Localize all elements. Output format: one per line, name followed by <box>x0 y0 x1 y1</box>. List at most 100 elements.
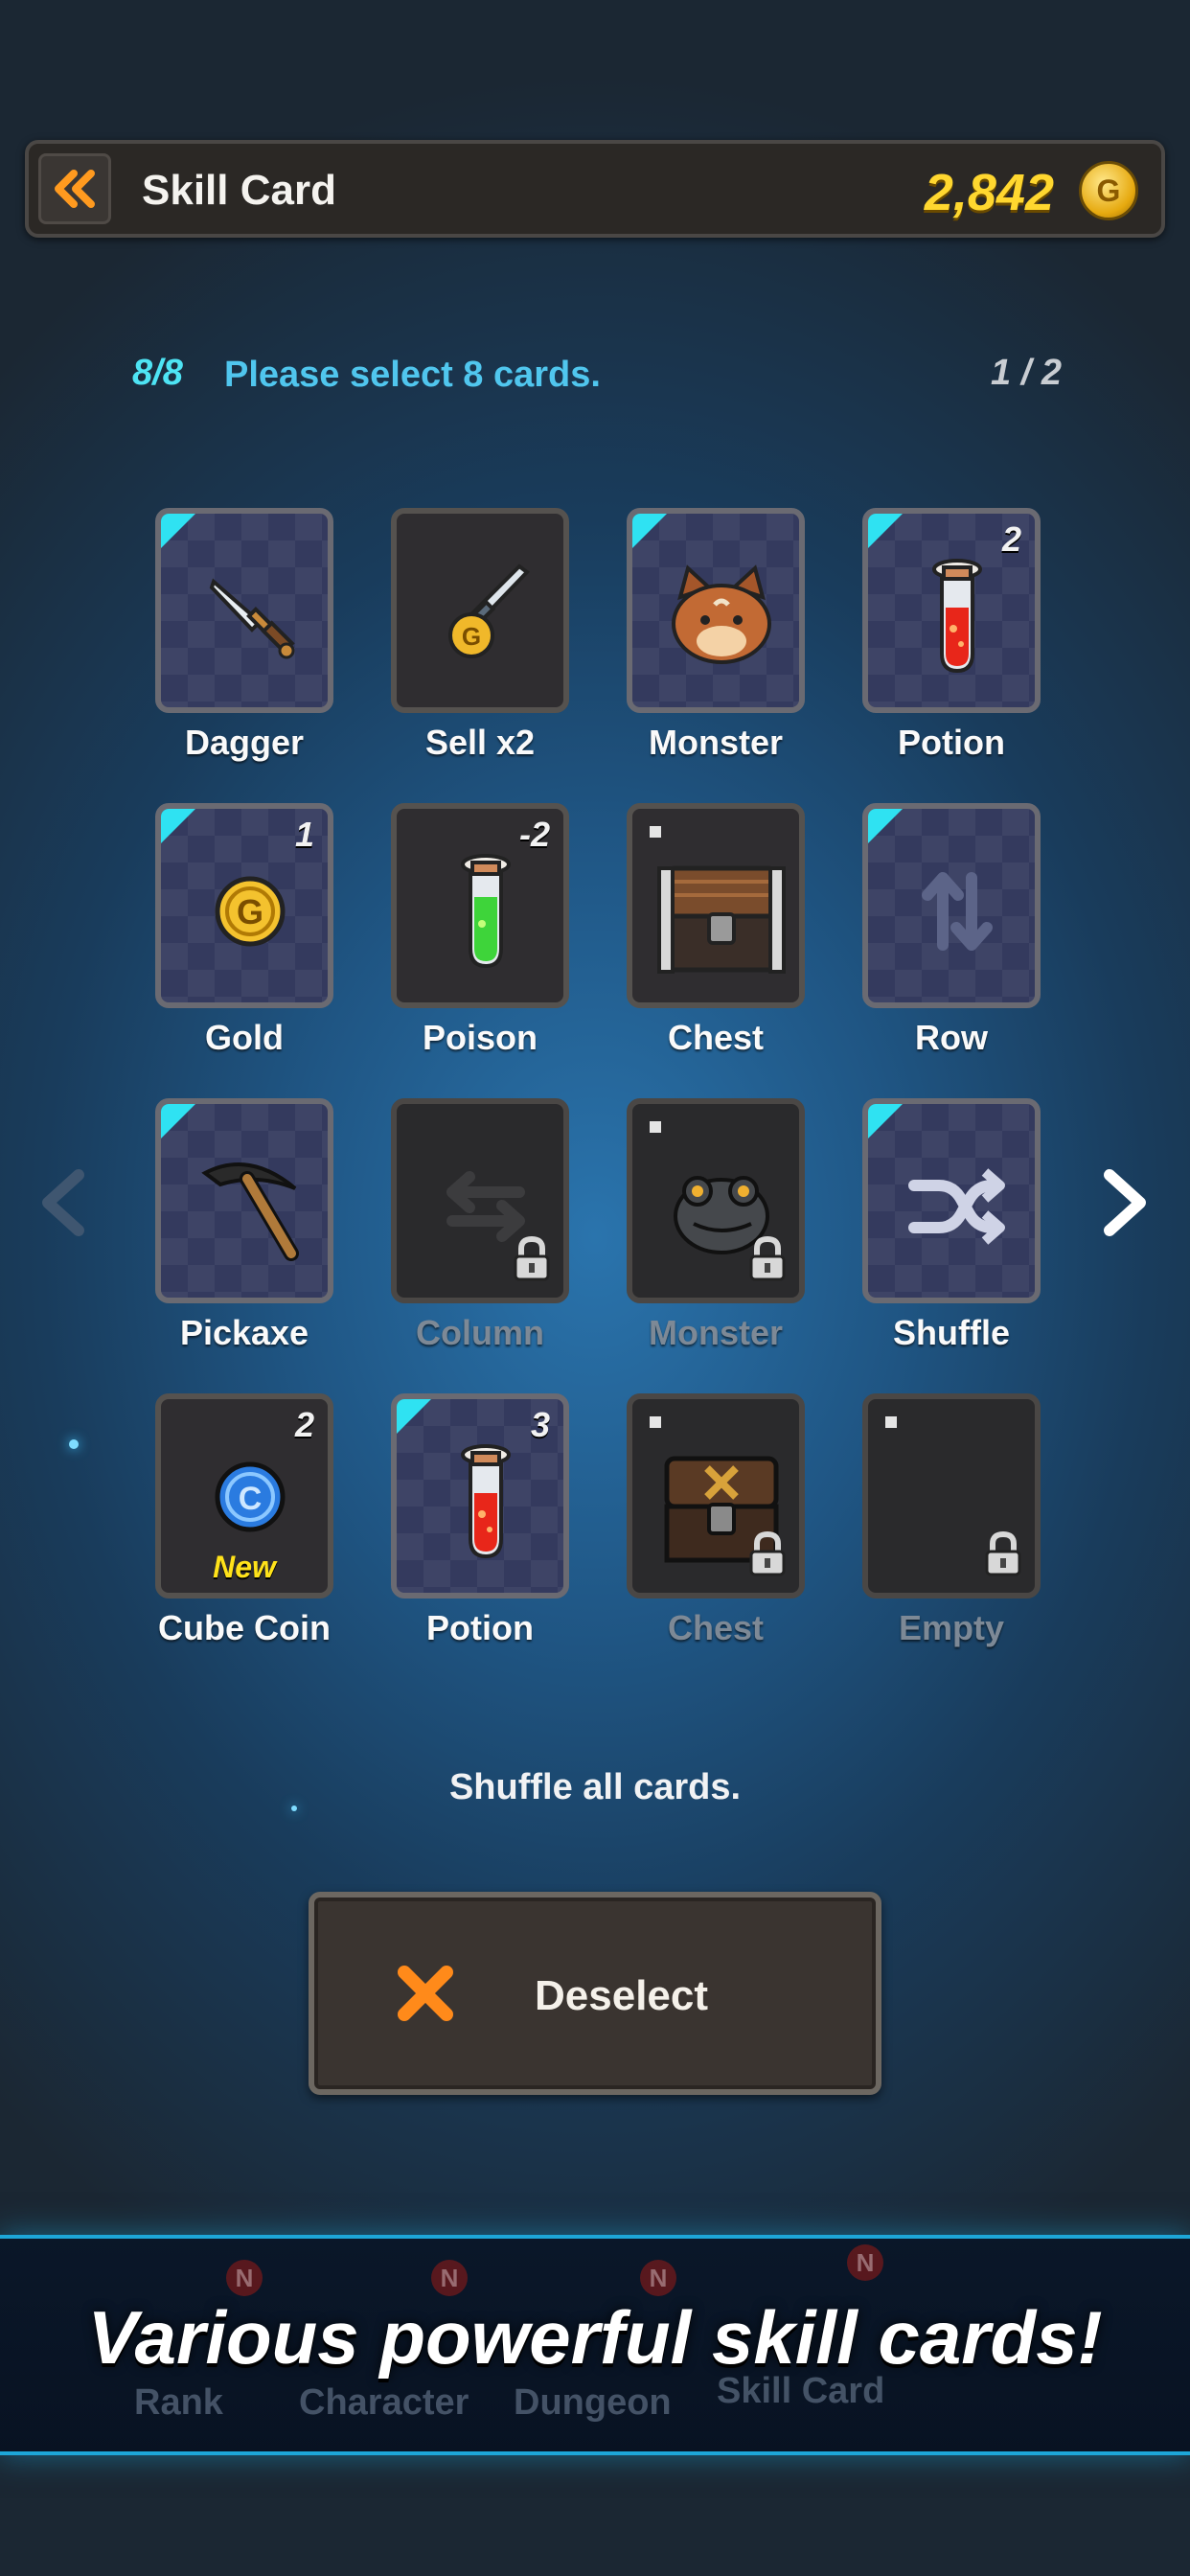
card-quantity: 1 <box>294 815 314 854</box>
selection-status: 8/8 Please select 8 cards. 1 / 2 <box>132 353 1062 410</box>
card-label: Chest <box>667 1018 765 1057</box>
card-frame: C 2 New <box>155 1393 333 1598</box>
lock-icon <box>745 1235 790 1288</box>
card-label: Dagger <box>184 723 305 762</box>
card-label: Potion <box>898 723 1005 762</box>
skill-card[interactable]: Monster <box>627 1098 805 1352</box>
new-badge: New <box>213 1550 276 1584</box>
card-frame: 3 <box>391 1393 569 1598</box>
card-frame: G1 <box>155 803 333 1008</box>
gold-coin-icon: G <box>1079 161 1138 220</box>
lock-icon <box>510 1235 554 1288</box>
skill-card[interactable]: G 1 Gold <box>155 803 333 1057</box>
selected-corner-marker <box>868 809 903 843</box>
card-label: Monster <box>648 723 783 762</box>
deselect-label: Deselect <box>535 1972 709 2019</box>
skill-card[interactable]: C 2 New Cube Coin <box>155 1393 333 1647</box>
skill-card[interactable]: Chest <box>627 1393 805 1647</box>
card-quantity: 2 <box>1001 519 1021 559</box>
card-label: Column <box>416 1313 544 1352</box>
close-icon <box>398 1966 453 2021</box>
unselected-marker <box>650 826 661 838</box>
card-frame <box>627 803 805 1008</box>
card-quantity: 2 <box>294 1405 314 1444</box>
skill-card[interactable]: Column <box>391 1098 569 1352</box>
card-label: Pickaxe <box>179 1313 309 1352</box>
card-frame <box>155 508 333 713</box>
svg-text:C: C <box>239 1481 263 1517</box>
card-label: Row <box>915 1018 988 1057</box>
promo-banner-text: Various powerful skill cards! <box>87 2295 1103 2380</box>
selected-corner-marker <box>397 1399 431 1434</box>
card-frame <box>627 508 805 713</box>
card-frame <box>627 1393 805 1598</box>
new-badge: N <box>640 2260 676 2296</box>
unselected-marker <box>650 1121 661 1133</box>
back-button[interactable] <box>38 153 111 224</box>
card-quantity: 3 <box>530 1405 550 1444</box>
card-frame <box>862 1098 1041 1303</box>
card-label: Monster <box>648 1313 783 1352</box>
page-title: Skill Card <box>142 167 336 214</box>
skill-card[interactable]: Row <box>862 803 1041 1057</box>
card-frame <box>155 1098 333 1303</box>
card-label: Gold <box>205 1018 284 1057</box>
card-label: Sell x2 <box>424 723 536 762</box>
selected-corner-marker <box>161 1104 195 1138</box>
nav-item-rank: Rank <box>134 2382 223 2423</box>
skill-card[interactable]: -2 Poison <box>391 803 569 1057</box>
selected-corner-marker <box>161 809 195 843</box>
card-label: Cube Coin <box>158 1608 331 1647</box>
card-quantity: -2 <box>518 815 550 854</box>
skill-card[interactable]: Monster <box>627 508 805 762</box>
skill-card[interactable]: Shuffle <box>862 1098 1041 1352</box>
next-page-arrow-icon[interactable] <box>1098 1169 1152 1236</box>
double-chevron-left-icon <box>55 170 95 208</box>
selected-corner-marker <box>868 1104 903 1138</box>
card-frame <box>862 1393 1041 1598</box>
selected-corner-marker <box>161 514 195 548</box>
new-badge: N <box>431 2260 468 2296</box>
skill-card[interactable]: 2 Potion <box>862 508 1041 762</box>
sword-coin-icon: G <box>397 514 563 707</box>
card-frame: -2 <box>391 803 569 1008</box>
card-frame: 2 <box>862 508 1041 713</box>
card-frame <box>627 1098 805 1303</box>
skill-card[interactable]: G Sell x2 <box>391 508 569 762</box>
sparkle-decoration <box>291 1806 297 1811</box>
selection-instruction: Please select 8 cards. <box>224 355 601 395</box>
card-frame <box>862 803 1041 1008</box>
card-label: Empty <box>898 1608 1005 1647</box>
deselect-button[interactable]: Deselect <box>309 1892 881 2095</box>
skill-card[interactable]: Empty <box>862 1393 1041 1647</box>
prev-page-arrow-icon[interactable] <box>36 1169 90 1236</box>
selected-corner-marker <box>868 514 903 548</box>
skill-card[interactable]: Chest <box>627 803 805 1057</box>
selection-count: 8/8 <box>132 353 183 393</box>
unselected-marker <box>650 1416 661 1428</box>
lock-icon <box>745 1530 790 1583</box>
nav-item-dungeon: Dungeon <box>514 2382 672 2423</box>
card-label: Poison <box>422 1018 538 1057</box>
skill-card[interactable]: Dagger <box>155 508 333 762</box>
card-description: Shuffle all cards. <box>448 1767 742 1807</box>
svg-text:G: G <box>237 892 263 932</box>
new-badge: N <box>847 2244 883 2281</box>
svg-text:G: G <box>462 622 481 651</box>
skill-card[interactable]: 3 Potion <box>391 1393 569 1647</box>
card-label: Potion <box>426 1608 534 1647</box>
skill-card[interactable]: Pickaxe <box>155 1098 333 1352</box>
card-frame: G <box>391 508 569 713</box>
page-indicator: 1 / 2 <box>991 353 1062 393</box>
card-frame <box>391 1098 569 1303</box>
bottom-banner: Rank Character Dungeon Skill Card N N N … <box>0 2235 1190 2455</box>
card-label: Chest <box>667 1608 765 1647</box>
gold-count: 2,842 <box>924 164 1054 221</box>
unselected-marker <box>885 1416 897 1428</box>
new-badge: N <box>226 2260 263 2296</box>
lock-icon <box>981 1530 1025 1583</box>
sparkle-decoration <box>69 1439 79 1449</box>
gold-coin-symbol: G <box>1096 172 1121 208</box>
card-label: Shuffle <box>893 1313 1010 1352</box>
top-bar: Skill Card 2,842 G <box>25 140 1165 238</box>
